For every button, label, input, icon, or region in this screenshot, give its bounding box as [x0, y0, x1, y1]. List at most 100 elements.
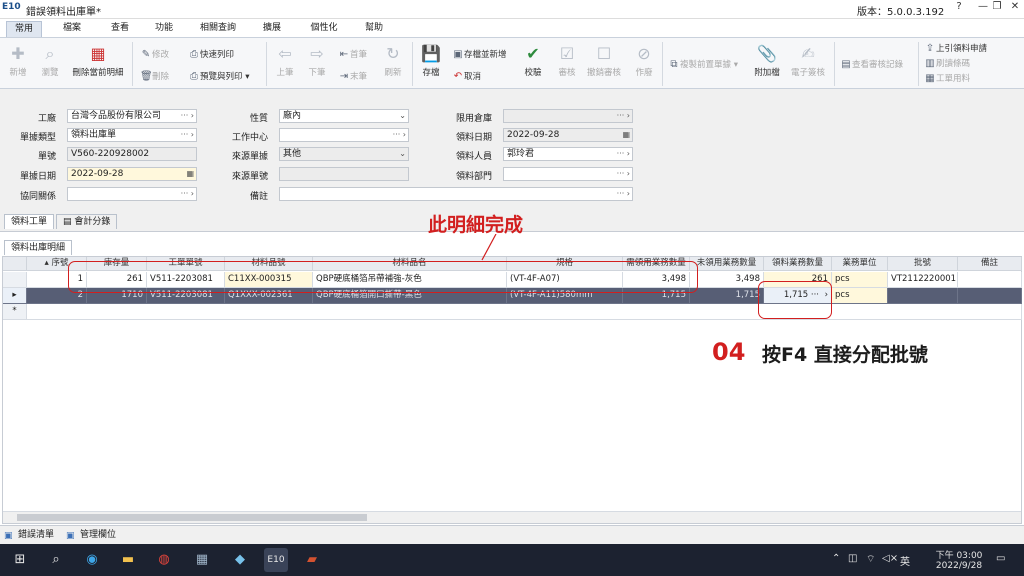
lookup-icon[interactable]: ··· ›	[617, 148, 630, 160]
col-remark[interactable]: 備註	[958, 257, 1022, 271]
lookup-icon[interactable]: ··· ›	[181, 110, 194, 122]
row-header[interactable]	[3, 272, 27, 288]
next-record-button[interactable]: ⇨ 下筆	[304, 44, 330, 78]
doc-date-field[interactable]: 2022-09-28 ▦	[67, 167, 197, 181]
search-icon[interactable]: ⌕	[44, 548, 68, 572]
tab-work-orders[interactable]: 領料工單	[4, 214, 55, 229]
scan-code-button[interactable]: ▥刷讀條碼	[924, 57, 970, 69]
refresh-button[interactable]: ↻ 刷新	[380, 44, 406, 78]
review-button[interactable]: ☑ 審核	[554, 44, 580, 78]
co-relation-field[interactable]: ··· ›	[67, 187, 197, 201]
save-and-new-button[interactable]: ▣存檔並新增	[452, 48, 506, 60]
new-row-marker[interactable]: *	[3, 304, 27, 320]
delete-current-detail-button[interactable]: ▦ 刪除當前明細	[68, 44, 128, 78]
calculator-icon[interactable]: ▦	[190, 548, 214, 572]
col-pending-qty[interactable]: 未領用業務數量	[690, 257, 764, 271]
view-review-log-button[interactable]: ▤查看審核記錄	[840, 58, 903, 70]
tray-chevron-icon[interactable]: ⌃	[832, 553, 840, 564]
cell-lot[interactable]	[888, 288, 958, 304]
work-materials-button[interactable]: ▦工單用料	[924, 72, 970, 84]
chrome-icon[interactable]: ◍	[152, 548, 176, 572]
factory-field[interactable]: 台灣今品股份有限公司 ··· ›	[67, 109, 197, 123]
tab-function[interactable]: 功能	[148, 21, 180, 37]
new-row[interactable]	[27, 304, 1022, 320]
copy-prev-doc-button[interactable]: ⧉ 複製前置單據 ▾	[668, 58, 738, 70]
lookup-icon[interactable]: ··· ›	[393, 129, 406, 141]
tab-accounting[interactable]: ▤ 會計分錄	[56, 214, 118, 229]
col-pick-qty[interactable]: 領料業務數量	[764, 257, 832, 271]
tab-personalize[interactable]: 個性化	[304, 21, 344, 37]
last-record-button[interactable]: ⇥ 末筆	[338, 70, 367, 82]
edge-icon[interactable]: ◉	[80, 548, 104, 572]
tab-related-query[interactable]: 相關查詢	[194, 21, 242, 37]
prev-requisition-button[interactable]: ⇪ 上引領料申請	[924, 42, 987, 54]
tab-common[interactable]: 常用	[6, 21, 42, 37]
tab-file[interactable]: 檔案	[56, 21, 88, 37]
cell-unit[interactable]: pcs	[832, 288, 888, 304]
start-icon[interactable]: ⊞	[8, 548, 32, 572]
attachment-button[interactable]: 📎 附加檔	[750, 44, 784, 78]
new-button[interactable]: ✚ 新增	[4, 44, 32, 78]
first-record-button[interactable]: ⇤ 首筆	[338, 48, 367, 60]
doc-type-field[interactable]: 領料出庫單 ··· ›	[67, 128, 197, 142]
tab-error-list[interactable]: ▣ 錯誤清單	[2, 528, 58, 543]
source-no-field[interactable]	[279, 167, 409, 181]
detail-grid[interactable]: ▴ 序號 庫存量 工單單號 材料品號 材料品名 規格 需領用業務數量 未領用業務…	[2, 256, 1022, 524]
pick-dept-field[interactable]: ··· ›	[503, 167, 633, 181]
calendar-icon[interactable]: ▦	[622, 129, 630, 141]
lookup-icon[interactable]: ··· ›	[617, 188, 630, 200]
warehouse-field[interactable]: ··· ›	[503, 109, 633, 123]
modify-button[interactable]: ✎ 修改	[140, 48, 169, 60]
cell-lot[interactable]: VT2112220001	[888, 272, 958, 288]
help-button[interactable]: ?	[948, 1, 970, 17]
tray-network-icon[interactable]: ◫	[848, 553, 857, 564]
cell-pending-qty[interactable]: 3,498	[690, 272, 764, 288]
notification-icon[interactable]: ▭	[996, 553, 1005, 564]
cell-remark[interactable]	[958, 272, 1022, 288]
col-lot[interactable]: 批號	[888, 257, 958, 271]
tab-help[interactable]: 幫助	[358, 21, 390, 37]
prev-record-button[interactable]: ⇦ 上筆	[272, 44, 298, 78]
preview-print-button[interactable]: ⎙ 預覽與列印 ▾	[188, 70, 250, 82]
nature-select[interactable]: 廠內 ⌄	[279, 109, 409, 123]
delete-button[interactable]: 🗑刪除	[140, 70, 169, 82]
cancel-button[interactable]: ↶ 取消	[452, 70, 481, 82]
e10-taskbar-icon[interactable]: E10	[264, 548, 288, 572]
e-sign-button[interactable]: ✍ 電子簽核	[788, 44, 828, 78]
quick-print-button[interactable]: ⎙ 快速列印	[188, 48, 234, 60]
tray-volume-icon[interactable]: ◁×	[882, 553, 898, 564]
tab-management-fields[interactable]: ▣ 管理欄位	[64, 528, 120, 543]
tab-view[interactable]: 查看	[104, 21, 136, 37]
col-unit[interactable]: 業務單位	[832, 257, 888, 271]
remark-field[interactable]: ··· ›	[279, 187, 633, 201]
work-center-field[interactable]: ··· ›	[279, 128, 409, 142]
lookup-icon[interactable]: ··· ›	[617, 168, 630, 180]
app-icon-blue[interactable]: ◆	[228, 548, 252, 572]
chevron-down-icon[interactable]: ⌄	[399, 110, 406, 122]
calendar-icon[interactable]: ▦	[186, 168, 194, 180]
tray-wifi-icon[interactable]: ⌔	[866, 553, 875, 566]
lookup-icon[interactable]: ··· ›	[617, 110, 630, 122]
void-button[interactable]: ⊘ 作廢	[630, 44, 658, 78]
validate-button[interactable]: ✔ 校驗	[520, 44, 546, 78]
powerpoint-icon[interactable]: ▰	[300, 548, 324, 572]
picker-field[interactable]: 郭玲君 ··· ›	[503, 147, 633, 161]
close-button[interactable]: ✕	[1004, 1, 1024, 17]
browse-button[interactable]: ⌕ 瀏覽	[36, 44, 64, 78]
tab-extend[interactable]: 擴展	[256, 21, 288, 37]
unreview-button[interactable]: ☐ 撤銷審核	[584, 44, 624, 78]
cell-remark[interactable]	[958, 288, 1022, 304]
horizontal-scrollbar[interactable]	[3, 511, 1021, 523]
lookup-icon[interactable]: ··· ›	[181, 188, 194, 200]
save-button[interactable]: 💾 存檔	[418, 44, 444, 78]
pick-date-field[interactable]: 2022-09-28 ▦	[503, 128, 633, 142]
folder-icon[interactable]: ▬	[116, 548, 140, 572]
cell-pending-qty[interactable]: 1,715	[690, 288, 764, 304]
tab-detail[interactable]: 領料出庫明細	[4, 240, 73, 255]
source-type-select[interactable]: 其他 ⌄	[279, 147, 409, 161]
lookup-icon[interactable]: ··· ›	[181, 129, 194, 141]
doc-no-field[interactable]: V560-220928002	[67, 147, 197, 161]
clock[interactable]: 下午 03:00 2022/9/28	[935, 548, 983, 571]
cell-unit[interactable]: pcs	[832, 272, 888, 288]
ime-indicator[interactable]: 英	[900, 553, 910, 568]
